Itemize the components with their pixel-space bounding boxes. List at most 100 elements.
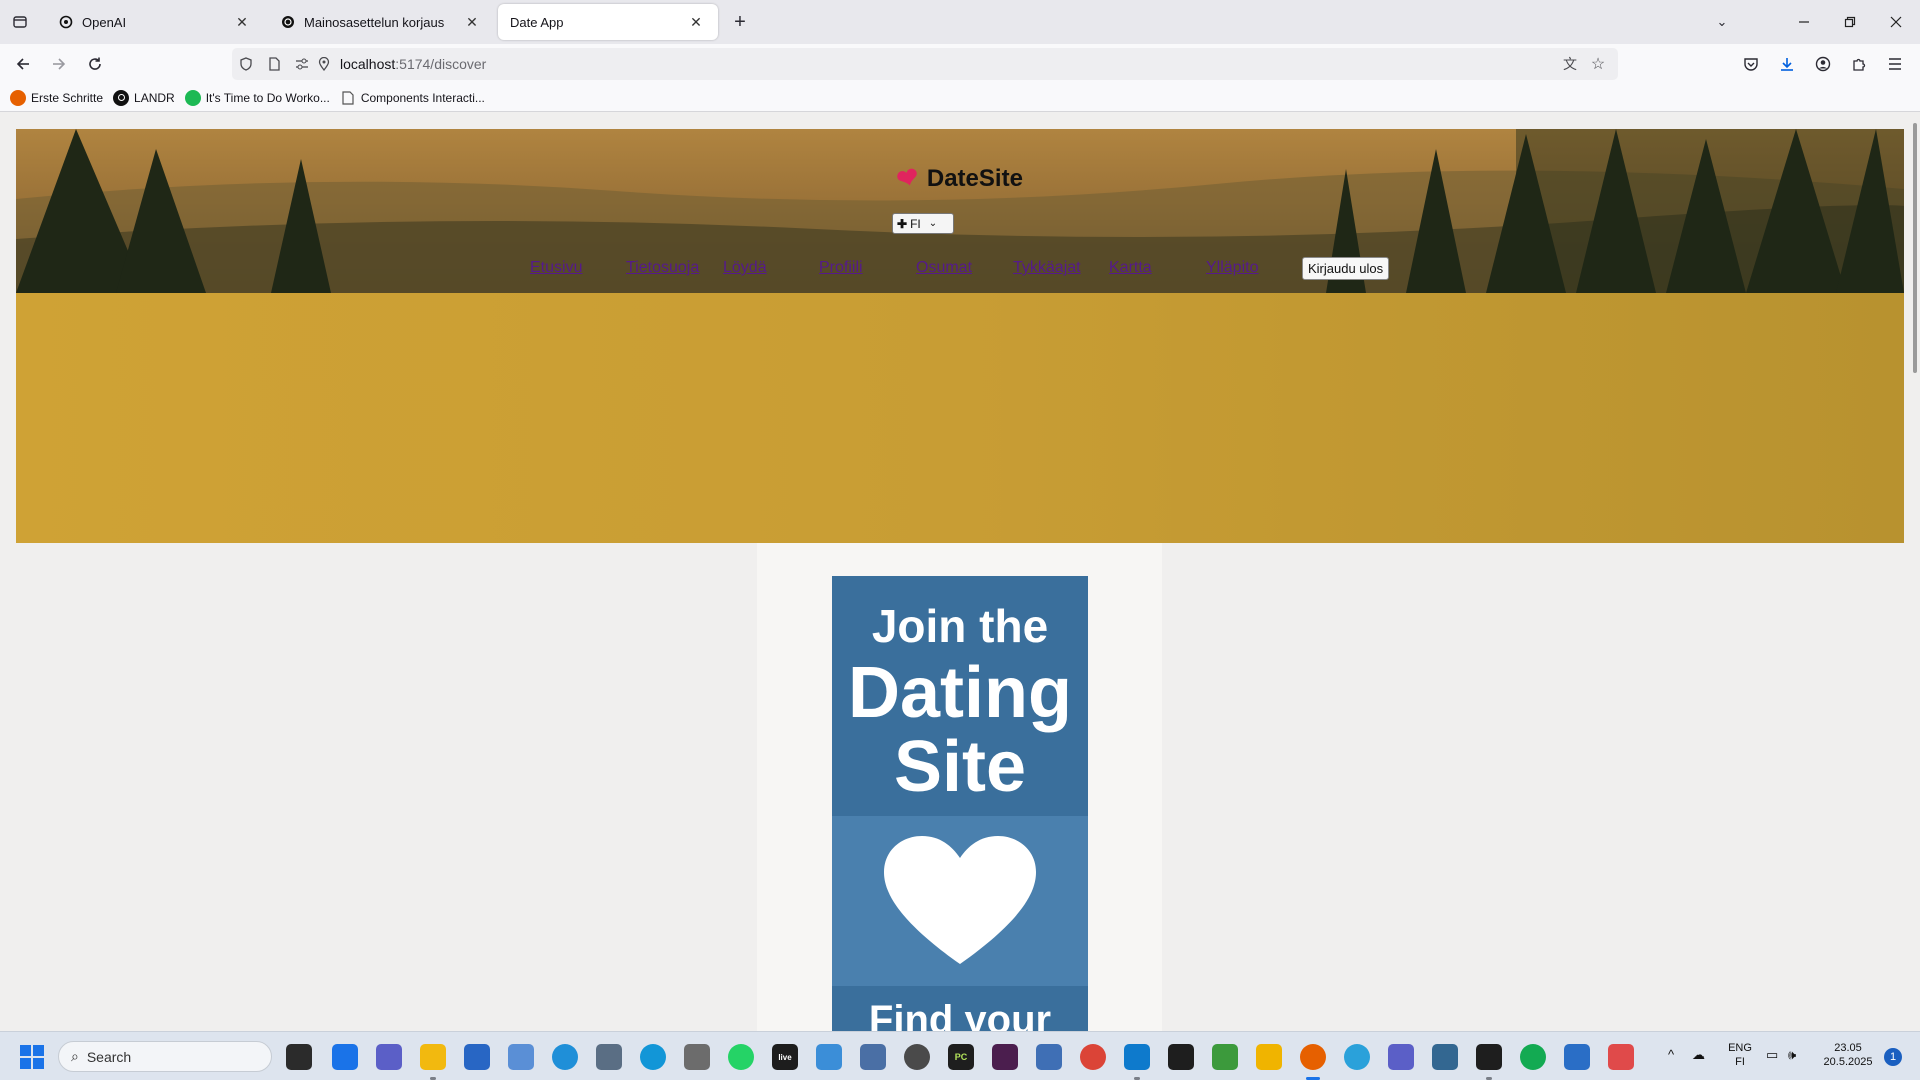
file-explorer-icon[interactable]: [420, 1044, 446, 1070]
nav-link-profiili[interactable]: Profiili: [819, 259, 863, 277]
ad-line-1: Join the: [871, 600, 1049, 652]
tab-list-icon[interactable]: [6, 8, 34, 36]
search-placeholder: Search: [86, 1048, 132, 1065]
firefox-icon[interactable]: [1300, 1044, 1326, 1070]
pocket-icon[interactable]: [1736, 50, 1766, 78]
remote-desktop-icon[interactable]: [508, 1044, 534, 1070]
nav-link-osumat[interactable]: Osumat: [916, 259, 972, 277]
language-select[interactable]: ✚ FI ⌄: [892, 213, 954, 234]
bookmark-components[interactable]: Components Interacti...: [340, 90, 485, 106]
chatgpt-icon[interactable]: [904, 1044, 930, 1070]
bookmark-erste-schritte[interactable]: Erste Schritte: [10, 89, 103, 106]
task-view-icon[interactable]: [286, 1044, 312, 1070]
extensions-icon[interactable]: [1844, 50, 1874, 78]
notification-badge[interactable]: 1: [1884, 1048, 1902, 1066]
cloud-app-icon[interactable]: [816, 1044, 842, 1070]
chevron-up-icon[interactable]: ^: [1668, 1048, 1674, 1062]
url-text[interactable]: localhost:5174/discover: [340, 56, 486, 72]
page-icon[interactable]: [266, 56, 282, 72]
bookmarks-toolbar: Erste Schritte LANDR It's Time to Do Wor…: [0, 84, 1920, 112]
site-header: ❤ DateSite ✚ FI ⌄ Etusivu Tietosuoja Löy…: [16, 129, 1904, 293]
store-icon[interactable]: [464, 1044, 490, 1070]
git-icon[interactable]: [1256, 1044, 1282, 1070]
snipping-tool-icon[interactable]: [1608, 1044, 1634, 1070]
microphone-icon[interactable]: [684, 1044, 710, 1070]
tab-title: OpenAI: [82, 14, 127, 30]
download-icon[interactable]: [1772, 50, 1802, 78]
close-tab-icon[interactable]: ✕: [462, 12, 482, 32]
close-window-icon[interactable]: [1882, 8, 1910, 36]
widgets-icon[interactable]: [332, 1044, 358, 1070]
account-icon[interactable]: [1808, 50, 1838, 78]
nav-link-loyda[interactable]: Löydä: [723, 259, 767, 277]
new-tab-icon[interactable]: +: [726, 8, 754, 36]
search-icon: ⌕: [71, 1048, 79, 1064]
tab-openai[interactable]: OpenAI ✕: [46, 4, 264, 40]
url-path: :5174/discover: [395, 56, 487, 72]
terminal-icon[interactable]: [1168, 1044, 1194, 1070]
teams-icon[interactable]: [1388, 1044, 1414, 1070]
ad-banner[interactable]: Join the Dating Site Find your: [832, 576, 1088, 1031]
forward-icon[interactable]: [44, 50, 74, 78]
pycharm-icon[interactable]: PC: [948, 1044, 974, 1070]
settings-app-icon[interactable]: [860, 1044, 886, 1070]
minimize-icon[interactable]: [1790, 8, 1818, 36]
bookmark-workout[interactable]: It's Time to Do Worko...: [184, 89, 330, 106]
tab-date-app[interactable]: Date App ✕: [498, 4, 718, 40]
onedrive-icon[interactable]: ☁: [1692, 1048, 1705, 1062]
permissions-icon[interactable]: [294, 56, 310, 72]
app-icon[interactable]: [992, 1044, 1018, 1070]
heart-logo-icon: ❤: [893, 160, 923, 196]
ad-headline: Join the Dating Site: [832, 576, 1088, 816]
node-icon[interactable]: [1212, 1044, 1238, 1070]
nav-link-etusivu[interactable]: Etusivu: [530, 259, 582, 277]
notepad-icon[interactable]: [1564, 1044, 1590, 1070]
menu-icon[interactable]: [1880, 50, 1910, 78]
chrome-icon[interactable]: [1080, 1044, 1106, 1070]
logout-button[interactable]: Kirjaudu ulos: [1302, 257, 1390, 280]
restore-icon[interactable]: [1836, 8, 1864, 36]
calculator-icon[interactable]: [596, 1044, 622, 1070]
live-icon[interactable]: live: [772, 1044, 798, 1070]
tab-mainosasettelun[interactable]: Mainosasettelun korjaus ✕: [268, 4, 494, 40]
translate-icon[interactable]: 文: [1562, 56, 1578, 72]
windows-start-icon[interactable]: [20, 1045, 44, 1069]
back-icon[interactable]: [8, 50, 38, 78]
python-icon[interactable]: [1036, 1044, 1062, 1070]
close-tab-icon[interactable]: ✕: [232, 12, 252, 32]
clock[interactable]: 23.05 20.5.2025: [1818, 1041, 1878, 1069]
lang-top: ENG: [1728, 1042, 1752, 1054]
scrollbar[interactable]: [1908, 113, 1920, 1031]
nav-link-kartta[interactable]: Kartta: [1109, 259, 1152, 277]
telegram-icon[interactable]: [1344, 1044, 1370, 1070]
nav-link-tietosuoja[interactable]: Tietosuoja: [626, 259, 699, 277]
taskbar-search[interactable]: ⌕ Search: [58, 1041, 272, 1072]
ad-heart-panel: [832, 816, 1088, 986]
whatsapp-icon[interactable]: [728, 1044, 754, 1070]
edge-icon[interactable]: [552, 1044, 578, 1070]
mongodb-icon[interactable]: [1520, 1044, 1546, 1070]
ad-line-2: Dating: [848, 653, 1072, 733]
nav-link-tykkaajat[interactable]: Tykkäajat: [1013, 259, 1081, 277]
language-indicator[interactable]: ENG FI: [1724, 1041, 1756, 1069]
close-tab-icon[interactable]: ✕: [686, 12, 706, 32]
postgres-icon[interactable]: [1432, 1044, 1458, 1070]
skype-icon[interactable]: [640, 1044, 666, 1070]
address-bar[interactable]: localhost:5174/discover 文 ☆: [232, 48, 1618, 80]
language-value: FI: [910, 216, 921, 231]
clock-time: 23.05: [1834, 1042, 1862, 1054]
scrollbar-thumb[interactable]: [1913, 123, 1917, 373]
display-icon[interactable]: ▭: [1766, 1048, 1778, 1062]
console-icon[interactable]: [1476, 1044, 1502, 1070]
teams-chat-icon[interactable]: [376, 1044, 402, 1070]
nav-link-yllapito[interactable]: Ylläpito: [1206, 259, 1258, 277]
location-icon[interactable]: [316, 56, 332, 72]
reload-icon[interactable]: [80, 50, 110, 78]
bookmark-landr[interactable]: LANDR: [113, 89, 175, 106]
chevron-down-icon[interactable]: ⌄: [1708, 8, 1736, 36]
bookmark-star-icon[interactable]: ☆: [1590, 56, 1606, 73]
vscode-icon[interactable]: [1124, 1044, 1150, 1070]
shield-icon[interactable]: [238, 56, 254, 72]
volume-icon[interactable]: 🕪: [1788, 1048, 1796, 1062]
url-host: localhost: [340, 56, 396, 72]
